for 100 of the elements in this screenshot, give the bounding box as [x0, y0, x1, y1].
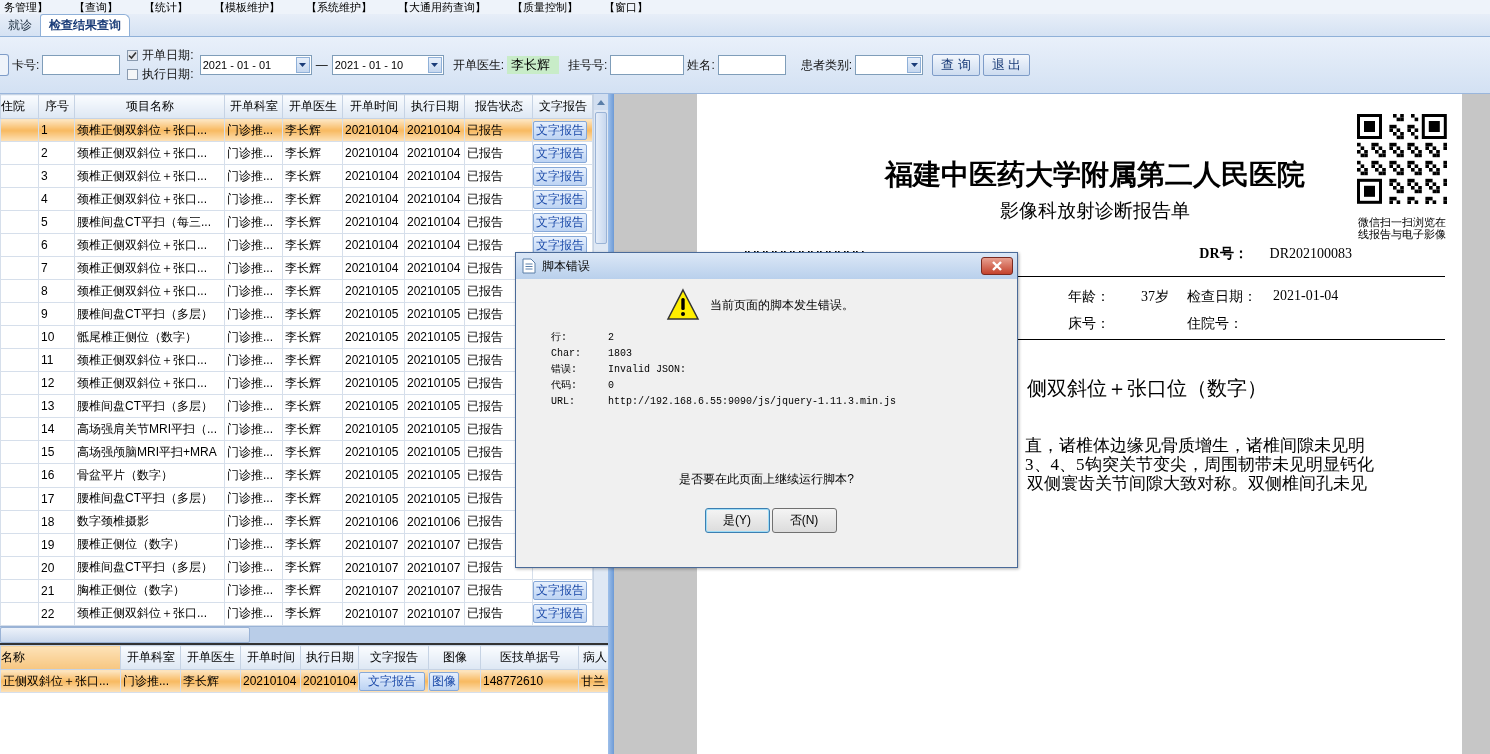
table-cell: 20210105: [342, 371, 405, 395]
table-cell: 20210105: [404, 325, 465, 349]
table-cell: 门诊推...: [224, 210, 283, 234]
table-cell: 20210105: [404, 440, 465, 464]
table-cell: 20210105: [342, 440, 405, 464]
table-cell: 20210104: [404, 164, 465, 188]
table-cell: 20210105: [342, 417, 405, 441]
table-cell: 门诊推...: [224, 463, 283, 487]
table-cell: 骨盆平片（数字）: [74, 463, 225, 487]
table-cell: 数字颈椎摄影: [74, 510, 225, 534]
table-cell: 胸椎正侧位（数字）: [74, 579, 225, 603]
table-cell: 门诊推...: [224, 510, 283, 534]
table-cell: 门诊推...: [224, 164, 283, 188]
table-cell: 门诊推...: [224, 533, 283, 557]
table-cell: 李长辉: [282, 487, 343, 511]
table-cell: 门诊推...: [224, 579, 283, 603]
table-cell: 20210105: [342, 325, 405, 349]
table-cell: 20210105: [342, 302, 405, 326]
table-cell: 腰椎间盘CT平扫（多层）: [74, 302, 225, 326]
table-cell: 李长辉: [282, 602, 343, 626]
table-cell: 7: [38, 256, 75, 280]
table-cell: 20210107: [404, 579, 465, 603]
findings-text: 3、4、5钩突关节变尖，周围韧带未见明显钙化: [1025, 455, 1374, 474]
table-cell: 颈椎正侧双斜位＋张口...: [74, 141, 225, 165]
field-label: 检查日期：: [1187, 287, 1257, 306]
table-cell: 20210107: [342, 533, 405, 557]
detail-label: URL:: [551, 395, 576, 409]
table-cell: 门诊推...: [224, 394, 283, 418]
table-cell: 2: [38, 141, 75, 165]
table-cell: 李长辉: [282, 256, 343, 280]
table-cell: 李长辉: [282, 187, 343, 211]
table-cell: 李长辉: [282, 463, 343, 487]
table-cell: 20210104: [342, 233, 405, 257]
field-label: 年龄：: [1068, 287, 1111, 306]
table-cell: 20210104: [404, 210, 465, 234]
detail-label: 行:: [551, 331, 568, 345]
table-cell: 骶尾椎正侧位（数字）: [74, 325, 225, 349]
table-cell: 20: [38, 556, 75, 580]
table-cell: 20210104: [342, 187, 405, 211]
detail-label: Char:: [551, 347, 582, 361]
field-label: 开单医生:: [452, 56, 505, 74]
findings-text: 双侧寰齿关节间隙大致对称。双侧椎间孔未见: [1027, 474, 1367, 493]
table-cell: 门诊推...: [224, 440, 283, 464]
table-cell: 20210104: [342, 164, 405, 188]
detail-label: 错误:: [551, 363, 578, 377]
table-cell: 20210104: [404, 187, 465, 211]
table-cell: 20210105: [342, 279, 405, 303]
table-cell: 20210107: [342, 579, 405, 603]
field-label: DR号：: [1199, 245, 1248, 263]
table-cell: 15: [38, 440, 75, 464]
table-cell: 颈椎正侧双斜位＋张口...: [74, 371, 225, 395]
table-cell: 20210105: [404, 302, 465, 326]
detail-value: 1803: [608, 347, 633, 361]
table-cell: 颈椎正侧双斜位＋张口...: [74, 348, 225, 372]
table-cell: 20210105: [404, 394, 465, 418]
table-cell: 门诊推...: [224, 371, 283, 395]
table-cell: 9: [38, 302, 75, 326]
table-cell: 李长辉: [282, 371, 343, 395]
table-cell: 李长辉: [282, 210, 343, 234]
table-cell: 门诊推...: [224, 141, 283, 165]
table-cell: 李长辉: [282, 164, 343, 188]
table-cell: 门诊推...: [224, 325, 283, 349]
table-cell: 高场强肩关节MRI平扫（...: [74, 417, 225, 441]
field-label: 挂号号:: [568, 56, 608, 74]
table-cell: 已报告: [464, 602, 533, 626]
table-cell: 门诊推...: [224, 279, 283, 303]
table-cell: 11: [38, 348, 75, 372]
table-cell: 李长辉: [282, 417, 343, 441]
table-cell: 20210105: [342, 394, 405, 418]
table-cell: 20210107: [342, 556, 405, 580]
table-cell: 20210105: [404, 348, 465, 372]
table-cell: 李长辉: [282, 394, 343, 418]
table-cell: 高场强颅脑MRI平扫+MRA: [74, 440, 225, 464]
table-cell: 门诊推...: [224, 348, 283, 372]
table-cell: 李长辉: [282, 141, 343, 165]
detail-value: 2: [608, 331, 615, 345]
field-value: 37岁: [1141, 287, 1169, 306]
detail-label: 代码:: [551, 379, 578, 393]
detail-value: http://192.168.6.55:9090/js/jquery-1.11.3.min.js: [608, 395, 898, 409]
table-cell: 李长辉: [282, 348, 343, 372]
dialog-title: 脚本错误: [542, 257, 590, 275]
table-cell: 20210106: [342, 510, 405, 534]
table-cell: 门诊推...: [224, 556, 283, 580]
table-cell: 门诊推...: [224, 233, 283, 257]
table-cell: 颈椎正侧双斜位＋张口...: [74, 602, 225, 626]
field-value: DR202100083: [1269, 246, 1352, 262]
exam-name: 侧双斜位＋张口位（数字）: [1027, 376, 1267, 401]
table-cell: 腰椎正侧位（数字）: [74, 533, 225, 557]
table-cell: 21: [38, 579, 75, 603]
table-cell: 6: [38, 233, 75, 257]
report-subtitle: 影像科放射诊断报告单: [998, 199, 1191, 223]
table-cell: 已报告: [464, 579, 533, 603]
field-label: 卡号:: [12, 56, 40, 74]
report-title: 福建中医药大学附属第二人民医院: [883, 158, 1306, 192]
field-value: 2021-01-04: [1273, 287, 1339, 305]
table-cell: 20210105: [404, 417, 465, 441]
table-cell: 李长辉: [282, 533, 343, 557]
table-cell: 颈椎正侧双斜位＋张口...: [74, 233, 225, 257]
table-cell: 10: [38, 325, 75, 349]
table-cell: 正侧双斜位＋张口...: [0, 669, 121, 693]
